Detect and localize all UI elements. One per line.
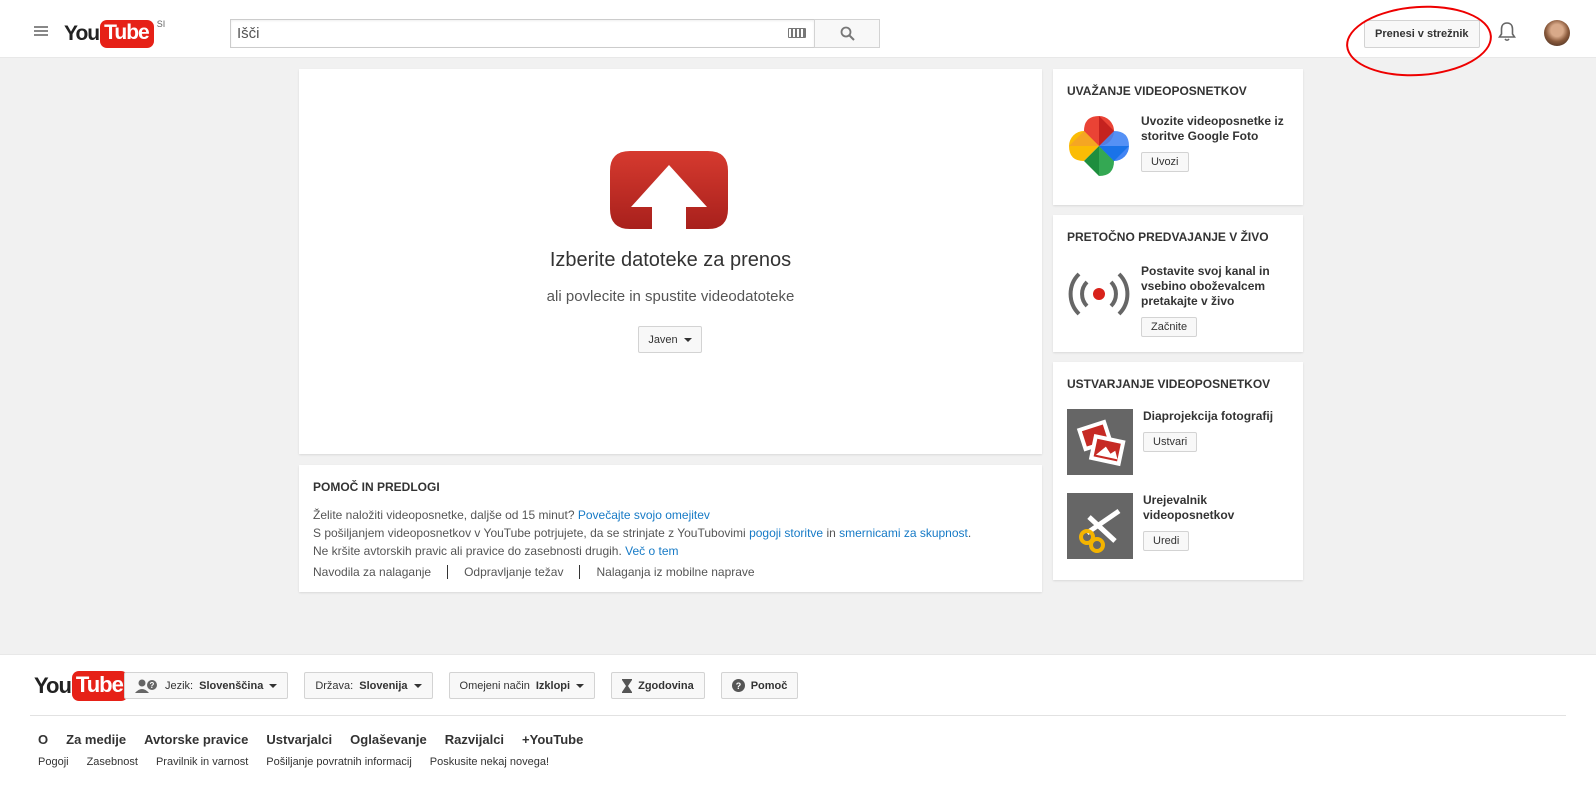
upload-instructions-link[interactable]: Navodila za nalaganje [313, 565, 447, 579]
restricted-value: Izklopi [535, 679, 571, 692]
notifications-bell-icon[interactable] [1498, 21, 1516, 46]
start-live-button[interactable]: Začnite [1141, 317, 1198, 337]
troubleshooting-link[interactable]: Odpravljanje težav [447, 565, 579, 579]
import-button[interactable]: Uvozi [1141, 152, 1189, 172]
help-line-copyright: Ne kršite avtorskih pravic ali pravice d… [313, 542, 1028, 560]
learn-more-link[interactable]: Več o tem [625, 544, 678, 558]
footer-link-privacy[interactable]: Zasebnost [87, 756, 138, 768]
footer-link-try-new[interactable]: Poskusite nekaj novega! [430, 756, 549, 768]
keyboard-icon[interactable] [788, 28, 806, 38]
upload-arrow-icon[interactable] [610, 151, 728, 232]
footer-legal: Pogoji Zasebnost Pravilnik in varnost Po… [38, 756, 549, 768]
search-icon [840, 26, 855, 41]
upload-subtitle: ali povlecite in spustite videodatoteke [546, 288, 795, 305]
footer-link-about[interactable]: O [38, 732, 48, 747]
footer-logo-tube: Tube [71, 671, 128, 701]
country-prefix: Država: [315, 679, 354, 692]
help-title: POMOČ IN PREDLOGI [313, 480, 440, 494]
masthead: You Tube SI Prenesi v strežnik [0, 0, 1596, 82]
footer-link-plus-youtube[interactable]: +YouTube [522, 732, 583, 747]
video-editor-label: Urejevalnik videoposnetkov [1143, 493, 1235, 522]
chevron-down-icon [576, 683, 585, 688]
chevron-down-icon [413, 683, 422, 688]
logo-tube-text: Tube [100, 20, 154, 48]
hamburger-menu-icon[interactable] [34, 26, 48, 37]
import-description: Uvozite videoposnetke iz storitve Google… [1141, 114, 1284, 143]
language-value: Slovenščina [199, 679, 264, 692]
search-field-wrap [230, 19, 814, 48]
help-text: Ne kršite avtorskih pravic ali pravice d… [313, 544, 622, 558]
search-input[interactable] [230, 19, 814, 48]
privacy-dropdown[interactable]: Javen [638, 326, 702, 353]
footer-nav: O Za medije Avtorske pravice Ustvarjalci… [38, 732, 583, 747]
help-text: S pošiljanjem videoposnetkov v YouTube p… [313, 526, 746, 540]
live-broadcast-icon [1067, 262, 1131, 326]
live-title: PRETOČNO PREDVAJANJE V ŽIVO [1067, 230, 1269, 244]
logo-you-text: You [64, 22, 100, 45]
live-streaming-card: PRETOČNO PREDVAJANJE V ŽIVO Postavite sv… [1053, 215, 1303, 352]
create-slideshow-button[interactable]: Ustvari [1143, 432, 1198, 452]
chevron-down-icon [683, 337, 692, 342]
account-avatar[interactable] [1544, 20, 1570, 46]
import-videos-card: UVAŽANJE VIDEOPOSNETKOV Uvozite videopos… [1053, 69, 1303, 205]
language-selector[interactable]: ? Jezik: Slovenščina [124, 672, 289, 699]
terms-of-service-link[interactable]: pogoji storitve [749, 526, 823, 540]
help-text: in [826, 526, 836, 540]
google-photos-icon [1067, 114, 1131, 178]
footer-link-policy-safety[interactable]: Pravilnik in varnost [156, 756, 248, 768]
increase-limit-link[interactable]: Povečajte svojo omejitev [578, 508, 710, 522]
upload-dropzone[interactable]: Izberite datoteke za prenos ali povlecit… [299, 69, 1042, 454]
help-button[interactable]: ? Pomoč [720, 672, 799, 699]
help-text: . [967, 526, 972, 540]
create-title: USTVARJANJE VIDEOPOSNETKOV [1067, 377, 1271, 391]
history-label: Zgodovina [638, 679, 694, 692]
footer-link-feedback[interactable]: Pošiljanje povratnih informacij [266, 756, 412, 768]
youtube-logo[interactable]: You Tube SI [64, 19, 166, 48]
country-selector[interactable]: Država: Slovenija [304, 672, 433, 699]
community-guidelines-link[interactable]: smernicami za skupnost [839, 526, 968, 540]
svg-text:?: ? [150, 681, 155, 690]
upload-button[interactable]: Prenesi v strežnik [1364, 20, 1480, 48]
slideshow-icon [1067, 409, 1133, 475]
search-button[interactable] [814, 19, 880, 48]
slideshow-label: Diaprojekcija fotografij [1143, 409, 1274, 423]
footer-youtube-logo[interactable]: You Tube [34, 671, 128, 701]
footer-logo-you: You [34, 673, 72, 698]
help-label: Pomoč [750, 679, 788, 692]
country-value: Slovenija [359, 679, 408, 692]
footer-link-creators[interactable]: Ustvarjalci [266, 732, 332, 747]
footer-divider [30, 715, 1566, 716]
footer-link-advertise[interactable]: Oglaševanje [350, 732, 427, 747]
history-button[interactable]: Zgodovina [611, 672, 705, 699]
page-footer: You Tube ? Jezik: Slovenščina Država: Sl… [0, 654, 1596, 798]
language-icon: ? [135, 679, 157, 693]
footer-link-developers[interactable]: Razvijalci [445, 732, 504, 747]
mobile-uploads-link[interactable]: Nalaganja iz mobilne naprave [579, 565, 770, 579]
help-line-terms: S pošiljanjem videoposnetkov v YouTube p… [313, 524, 1028, 542]
footer-link-press[interactable]: Za medije [66, 732, 126, 747]
privacy-label: Javen [648, 333, 678, 346]
create-videos-card: USTVARJANJE VIDEOPOSNETKOV Diaprojekcija… [1053, 362, 1303, 580]
help-icon: ? [731, 679, 745, 692]
help-links: Navodila za nalaganje Odpravljanje težav… [313, 565, 1028, 579]
help-line-limit: Želite naložiti videoposnetke, daljše od… [313, 506, 1028, 524]
restricted-prefix: Omejeni način [459, 679, 530, 692]
restricted-mode-selector[interactable]: Omejeni način Izklopi [448, 672, 596, 699]
help-section: POMOČ IN PREDLOGI Želite naložiti videop… [299, 465, 1042, 592]
import-title: UVAŽANJE VIDEOPOSNETKOV [1067, 84, 1247, 98]
edit-video-button[interactable]: Uredi [1143, 531, 1190, 551]
hourglass-icon [622, 678, 633, 693]
video-editor-scissors-icon [1067, 493, 1133, 559]
svg-text:?: ? [735, 681, 741, 691]
footer-settings: ? Jezik: Slovenščina Država: Slovenija O… [124, 672, 799, 699]
help-text: Želite naložiti videoposnetke, daljše od… [313, 508, 575, 522]
footer-link-copyright[interactable]: Avtorske pravice [144, 732, 248, 747]
live-description: Postavite svoj kanal in vsebino oboževal… [1141, 264, 1270, 308]
footer-link-terms[interactable]: Pogoji [38, 756, 69, 768]
search-bar [230, 19, 880, 48]
logo-country-code: SI [156, 19, 166, 29]
chevron-down-icon [269, 683, 278, 688]
language-prefix: Jezik: [165, 679, 194, 692]
upload-title: Izberite datoteke za prenos [549, 249, 792, 271]
